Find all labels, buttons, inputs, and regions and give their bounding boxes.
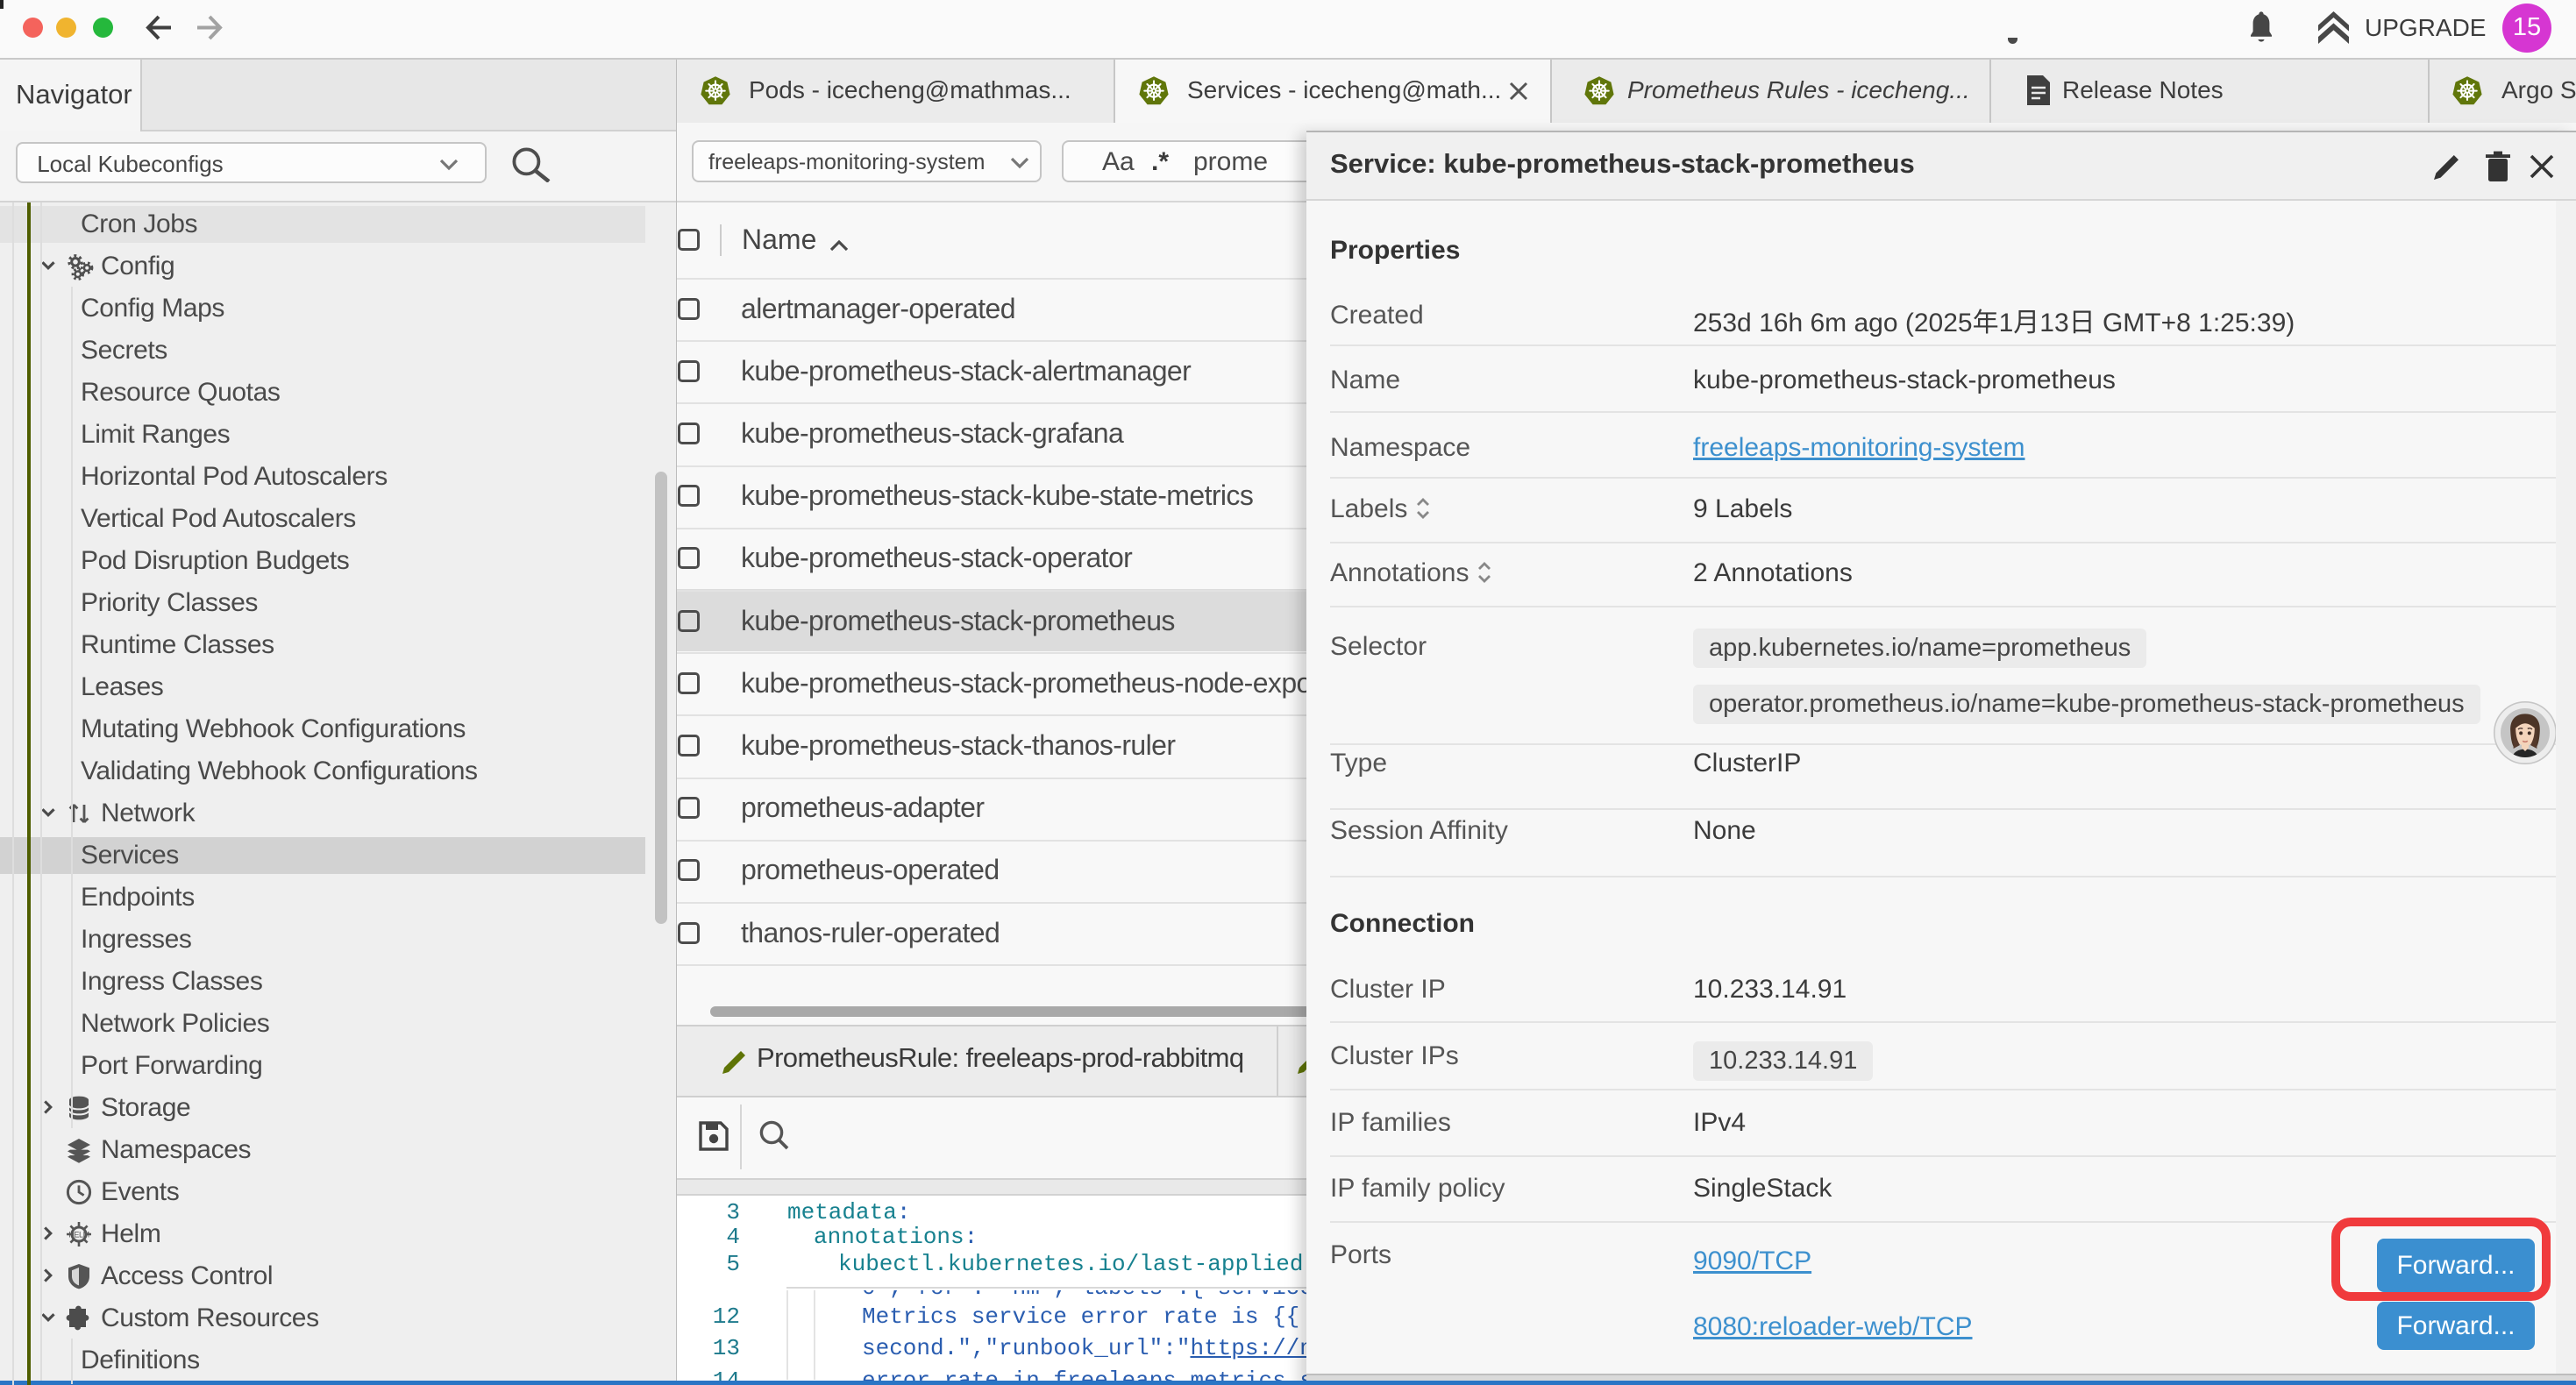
svg-text:HELM: HELM: [68, 1230, 89, 1239]
